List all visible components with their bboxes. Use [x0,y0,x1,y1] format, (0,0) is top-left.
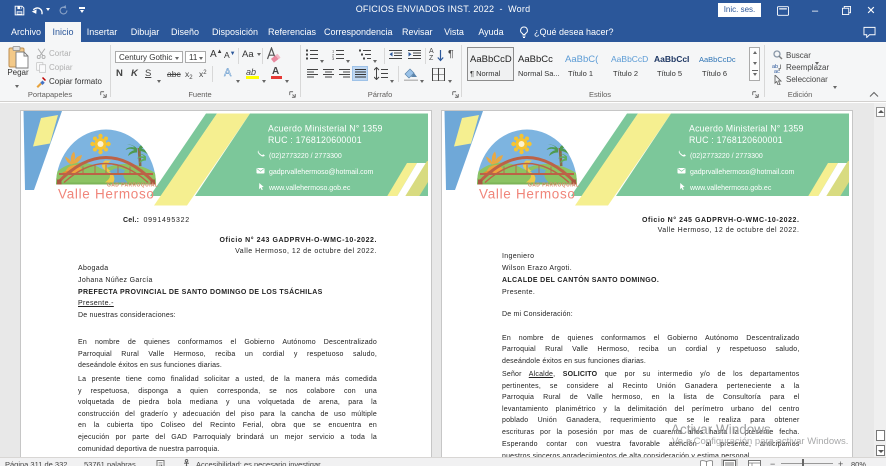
svg-text:RUC : 1768120600001: RUC : 1768120600001 [268,135,362,145]
svg-text:Valle Hermoso: Valle Hermoso [58,187,155,202]
svg-text:3: 3 [332,56,335,60]
svg-text:Acuerdo Ministerial N° 1359: Acuerdo Ministerial N° 1359 [268,124,383,134]
svg-text:www.vallehermoso.gob.ec: www.vallehermoso.gob.ec [268,185,351,192]
svg-text:gadprvallehermoso@hotmail.com: gadprvallehermoso@hotmail.com [269,169,374,176]
svg-text:(02)2773220 / 2773300: (02)2773220 / 2773300 [269,153,342,160]
